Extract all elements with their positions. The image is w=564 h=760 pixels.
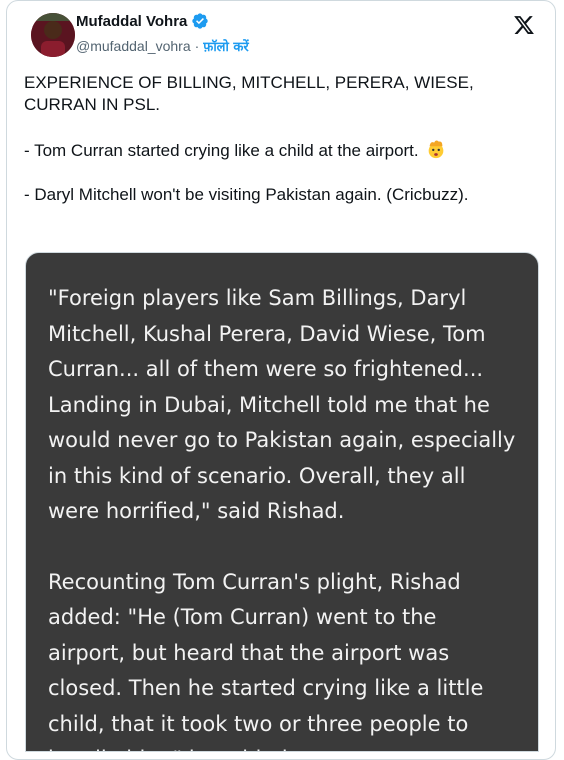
verified-badge-icon <box>192 13 209 29</box>
tweet-body: EXPERIENCE OF BILLING, MITCHELL, PERERA,… <box>24 72 544 206</box>
separator-dot: · <box>194 38 200 54</box>
author-handle-row: @mufaddal_vohra · फ़ॉलो करें <box>76 37 249 55</box>
user-avatar-icon[interactable] <box>31 13 75 57</box>
tweet-headline: EXPERIENCE OF BILLING, MITCHELL, PERERA,… <box>24 73 474 114</box>
tweet-media-image[interactable]: "Foreign players like Sam Billings, Dary… <box>25 252 539 752</box>
x-logo-icon[interactable] <box>512 14 536 36</box>
follow-button[interactable]: फ़ॉलो करें <box>203 37 248 55</box>
media-paragraph-2: Recounting Tom Curran's plight, Rishad a… <box>48 569 484 752</box>
tweet-bullet-1: - Tom Curran started crying like a child… <box>24 138 544 162</box>
tweet-bullet-1-text: - Tom Curran started crying like a child… <box>24 141 419 160</box>
author-name-row: Mufaddal Vohra <box>76 12 209 30</box>
tweet-bullet-2: - Daryl Mitchell won't be visiting Pakis… <box>24 185 469 204</box>
exploding-head-emoji <box>428 140 443 159</box>
media-paragraph-1: "Foreign players like Sam Billings, Dary… <box>48 286 516 523</box>
author-handle[interactable]: @mufaddal_vohra <box>76 38 191 54</box>
media-text: "Foreign players like Sam Billings, Dary… <box>48 281 518 752</box>
display-name[interactable]: Mufaddal Vohra <box>76 13 187 30</box>
